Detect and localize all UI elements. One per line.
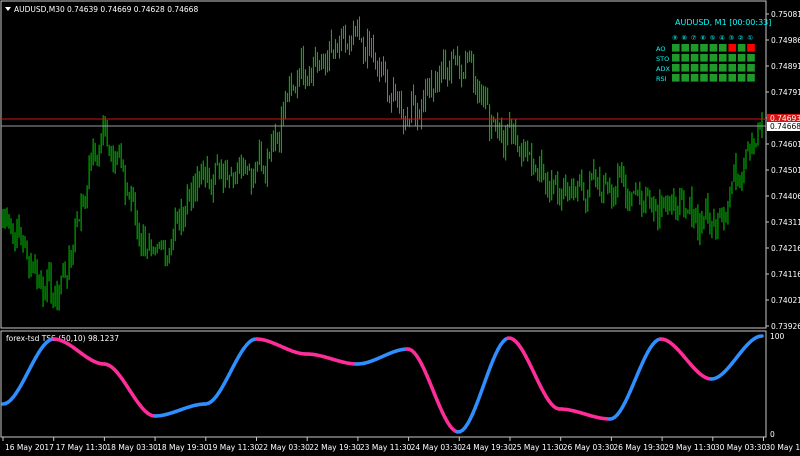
price-tick-label: 0.74311 bbox=[771, 218, 800, 227]
time-tick-label: 26 May 19:30 bbox=[613, 443, 665, 452]
dashboard-cell bbox=[672, 44, 680, 52]
dashboard-cell bbox=[747, 54, 755, 62]
time-tick-label: 26 May 03:30 bbox=[563, 443, 615, 452]
dashboard-cell bbox=[737, 54, 746, 62]
timeframe-glyph: ② bbox=[738, 34, 744, 42]
price-tick-label: 0.74116 bbox=[771, 270, 800, 279]
timeframe-glyph: ① bbox=[747, 34, 753, 42]
dashboard-cell bbox=[681, 64, 689, 72]
dashboard-cell bbox=[747, 44, 755, 52]
time-tick-label: 29 May 11:30 bbox=[664, 443, 716, 452]
timeframe-glyph: ⑥ bbox=[700, 34, 706, 42]
dashboard-cell bbox=[719, 74, 727, 82]
time-tick-label: 16 May 2017 bbox=[5, 443, 54, 452]
time-tick-label: 23 May 11:30 bbox=[360, 443, 412, 452]
dashboard-row-label: AO bbox=[656, 45, 665, 53]
time-axis: 16 May 2017 17 May 11:30 18 May 03:30 18 Ma… bbox=[2, 437, 800, 452]
price-tick-label: 0.73926 bbox=[771, 322, 800, 331]
time-tick-label: 17 May 11:30 bbox=[56, 443, 108, 452]
dashboard-cell bbox=[700, 54, 708, 62]
dashboard-row-label: RSI bbox=[656, 75, 667, 83]
time-tick-label: 24 May 19:30 bbox=[461, 443, 513, 452]
price-tick-label: 0.74891 bbox=[771, 62, 800, 71]
time-tick-label: 18 May 03:30 bbox=[106, 443, 158, 452]
dashboard-cell bbox=[709, 64, 718, 72]
dashboard-cell bbox=[747, 64, 755, 72]
timeframe-glyph: ③ bbox=[728, 34, 734, 42]
price-tick-label: 0.74216 bbox=[771, 244, 800, 253]
indicator-axis-max: 100 bbox=[770, 332, 785, 341]
price-tick-label: 0.74986 bbox=[771, 36, 800, 45]
time-tick-label: 19 May 11:30 bbox=[208, 443, 260, 452]
dashboard-cell bbox=[728, 74, 736, 82]
timeframe-glyph: ⑦ bbox=[691, 34, 697, 42]
dashboard-cell bbox=[700, 64, 708, 72]
dashboard-cell bbox=[728, 64, 736, 72]
dashboard-cell bbox=[690, 54, 699, 62]
time-tick-label: 24 May 03:30 bbox=[411, 443, 463, 452]
time-tick-label: 25 May 11:30 bbox=[512, 443, 564, 452]
dashboard-row-label: ADX bbox=[656, 65, 670, 73]
dashboard-cell bbox=[681, 54, 689, 62]
dashboard-cell bbox=[737, 64, 746, 72]
time-tick-label: 30 May 03:30 bbox=[715, 443, 767, 452]
timeframe-glyph: ④ bbox=[719, 34, 725, 42]
dashboard-cell bbox=[719, 44, 727, 52]
timeframe-glyph: ⑧ bbox=[681, 34, 687, 42]
ohlc-readout: 0.74639 0.74669 0.74628 0.74668 bbox=[67, 5, 198, 14]
dashboard-cell bbox=[672, 54, 680, 62]
price-tick-label: 0.74501 bbox=[771, 166, 800, 175]
time-tick-label: 30 May 19:30 bbox=[766, 443, 800, 452]
timeframe-glyph: ⑨ bbox=[672, 34, 678, 42]
dashboard-cell bbox=[719, 54, 727, 62]
price-tick-label: 0.74601 bbox=[771, 140, 800, 149]
dashboard-cell bbox=[709, 54, 718, 62]
price-tick-label: 0.75081 bbox=[771, 10, 800, 19]
time-tick-label: 22 May 03:30 bbox=[259, 443, 311, 452]
dashboard-cell bbox=[737, 44, 746, 52]
time-tick-label: 18 May 19:30 bbox=[157, 443, 209, 452]
price-chart-frame[interactable] bbox=[0, 0, 767, 329]
price-tick-label: 0.74791 bbox=[771, 88, 800, 97]
current-price-label: 0.74668 bbox=[770, 122, 800, 131]
symbol-timeframe: AUDUSD,M30 bbox=[14, 5, 65, 14]
dashboard-cell bbox=[672, 64, 680, 72]
dashboard-cell bbox=[728, 54, 736, 62]
time-tick-label: 22 May 19:30 bbox=[309, 443, 361, 452]
dashboard-title: AUDUSD, M1 [00:00:33] bbox=[675, 18, 771, 27]
dashboard-cell bbox=[690, 44, 699, 52]
dashboard-cell bbox=[681, 74, 689, 82]
dashboard-cell bbox=[728, 44, 736, 52]
dashboard-cell bbox=[709, 44, 718, 52]
dashboard-row-label: STO bbox=[656, 55, 669, 63]
dashboard-cell bbox=[690, 74, 699, 82]
dashboard-cell bbox=[709, 74, 718, 82]
timeframe-glyphs: ⑨⑧⑦⑥⑤④③②① bbox=[672, 34, 753, 42]
dashboard-cell bbox=[737, 74, 746, 82]
price-tick-label: 0.74021 bbox=[771, 296, 800, 305]
dashboard-cell bbox=[690, 64, 699, 72]
dashboard-cell bbox=[700, 74, 708, 82]
dashboard-cell bbox=[719, 64, 727, 72]
chart-window[interactable]: AUDUSD,M30 0.74639 0.74669 0.74628 0.746… bbox=[0, 0, 800, 456]
dashboard-cell bbox=[681, 44, 689, 52]
price-tick-label: 0.74406 bbox=[771, 192, 800, 201]
price-axis: 0.750810.749860.748910.747910.746960.746… bbox=[766, 10, 800, 331]
indicator-axis-min: 0 bbox=[770, 430, 775, 439]
dashboard-cell bbox=[747, 74, 755, 82]
timeframe-glyph: ⑤ bbox=[710, 34, 716, 42]
dashboard-cell bbox=[672, 74, 680, 82]
dashboard-cell bbox=[700, 44, 708, 52]
